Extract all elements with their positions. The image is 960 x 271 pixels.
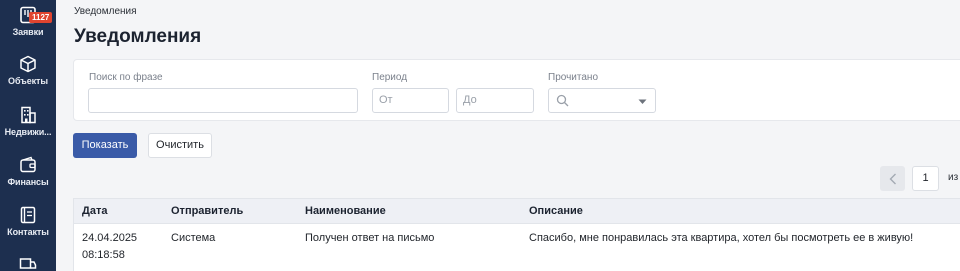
sidebar-item-objects[interactable]: Объекты	[0, 55, 56, 86]
cube-icon	[20, 55, 36, 73]
sidebar-item-label: Объекты	[8, 76, 48, 86]
pagination-total: из 2	[948, 172, 960, 183]
filter-panel: Поиск по фразе Период От До Прочитано	[73, 59, 960, 121]
search-label: Поиск по фразе	[89, 72, 163, 83]
read-status-label: Прочитано	[548, 72, 598, 83]
date-to-input[interactable]: До	[456, 88, 534, 113]
sidebar: Заявки 1127 Объекты Недвижи... Финансы К…	[0, 0, 56, 271]
requests-count-badge: 1127	[29, 12, 53, 23]
pagination-page-input[interactable]: 1	[912, 166, 939, 191]
sidebar-item-label: Заявки	[12, 27, 44, 37]
sidebar-item-contacts[interactable]: Контакты	[0, 206, 56, 237]
cell-date-day: 24.04.2025	[82, 232, 138, 244]
sidebar-item-label: Контакты	[7, 227, 49, 237]
sidebar-item-delivery[interactable]	[0, 256, 56, 271]
cell-name: Получен ответ на письмо	[305, 232, 435, 244]
page-title: Уведомления	[74, 26, 202, 47]
pagination-prev-button[interactable]	[880, 166, 905, 191]
cell-description: Спасибо, мне понравилась эта квартира, х…	[529, 232, 914, 244]
wallet-icon	[20, 156, 36, 173]
building-icon	[21, 106, 36, 124]
sidebar-item-realty[interactable]: Недвижи...	[0, 106, 56, 137]
truck-icon	[19, 258, 37, 269]
chevron-left-icon	[889, 173, 896, 184]
breadcrumb[interactable]: Уведомления	[74, 6, 137, 17]
notifications-table: Дата Отправитель Наименование Описание 2…	[73, 198, 960, 271]
chevron-down-icon	[638, 99, 647, 104]
search-icon	[556, 94, 569, 107]
date-from-input[interactable]: От	[372, 88, 449, 113]
period-label: Период	[372, 72, 408, 83]
cell-sender: Система	[171, 232, 216, 244]
contacts-icon	[20, 206, 36, 224]
column-header-date[interactable]: Дата	[82, 205, 107, 217]
column-header-name[interactable]: Наименование	[305, 205, 386, 217]
sidebar-item-label: Финансы	[7, 177, 49, 187]
clear-button[interactable]: Очистить	[148, 133, 212, 158]
main-content: Уведомления Уведомления Поиск по фразе П…	[56, 0, 960, 271]
search-input[interactable]	[88, 88, 358, 113]
table-header: Дата Отправитель Наименование Описание	[74, 199, 960, 224]
sidebar-item-label: Недвижи...	[4, 127, 52, 137]
cell-date-time: 08:18:58	[82, 249, 125, 261]
column-header-sender[interactable]: Отправитель	[171, 205, 243, 217]
sidebar-item-finance[interactable]: Финансы	[0, 156, 56, 187]
column-header-description[interactable]: Описание	[529, 205, 583, 217]
show-button[interactable]: Показать	[73, 133, 137, 158]
cell-date: 24.04.2025 08:18:58	[82, 230, 137, 264]
read-status-select[interactable]	[548, 88, 656, 113]
